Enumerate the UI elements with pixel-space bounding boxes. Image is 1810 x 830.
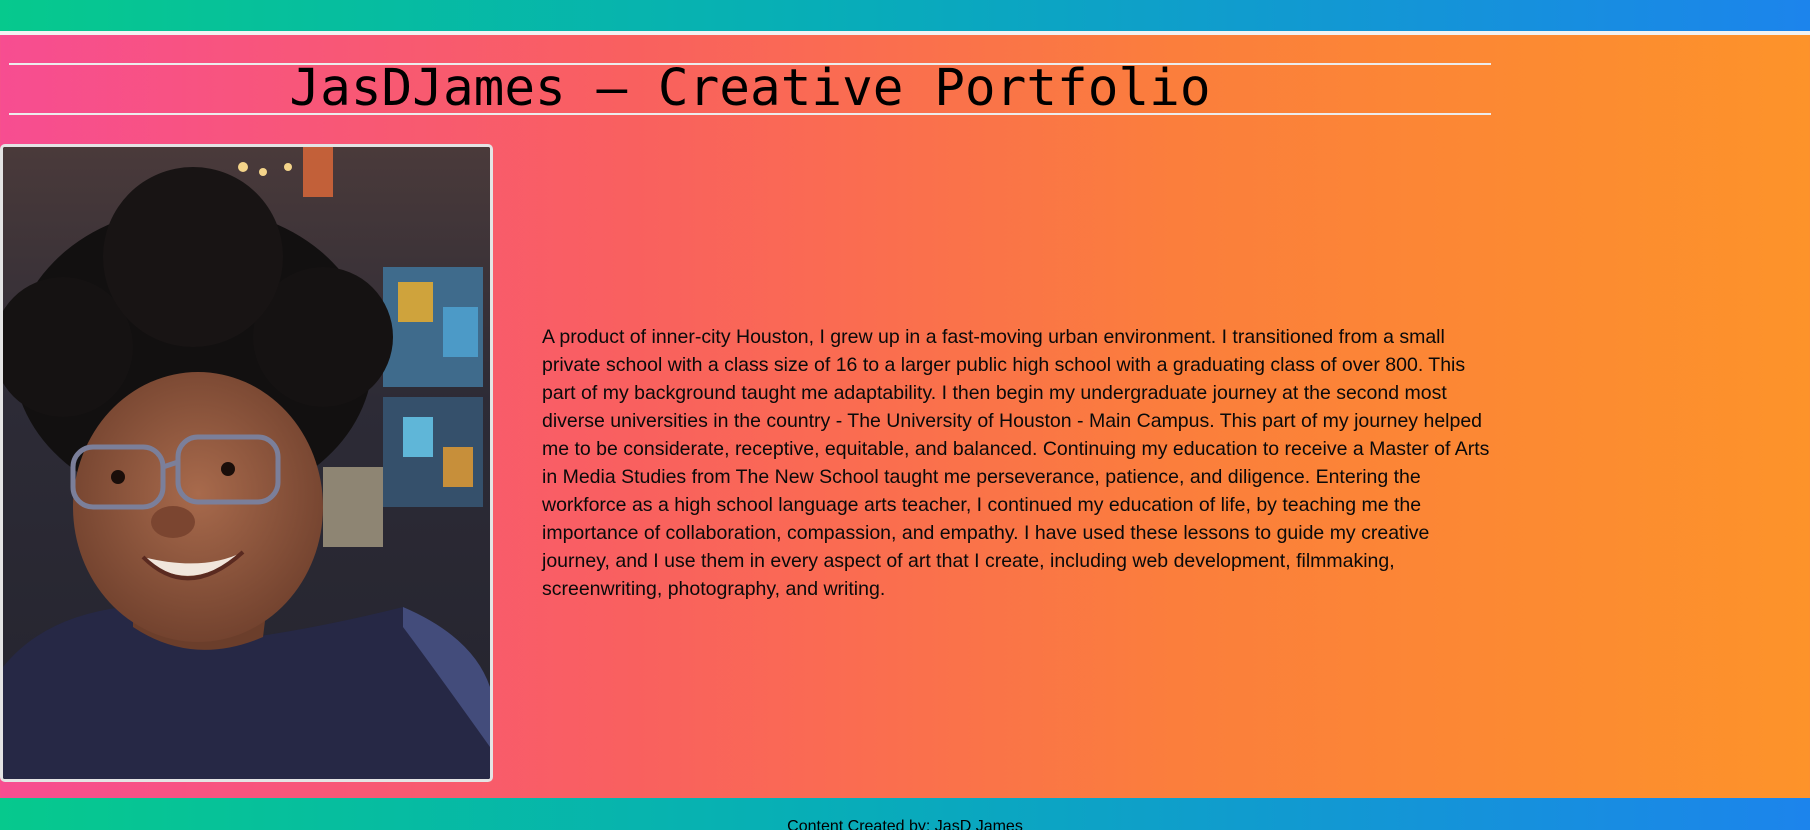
top-banner <box>0 0 1810 31</box>
profile-photo-illustration <box>3 147 490 779</box>
profile-photo <box>0 144 493 782</box>
page-title: JasDJames – Creative Portfolio <box>289 59 1211 118</box>
footer-credit: Content Created by: JasD James <box>787 818 1023 830</box>
top-banner-divider <box>0 31 1810 35</box>
title-rule-bottom <box>9 113 1491 115</box>
about-paragraph: A product of inner-city Houston, I grew … <box>542 326 1490 600</box>
